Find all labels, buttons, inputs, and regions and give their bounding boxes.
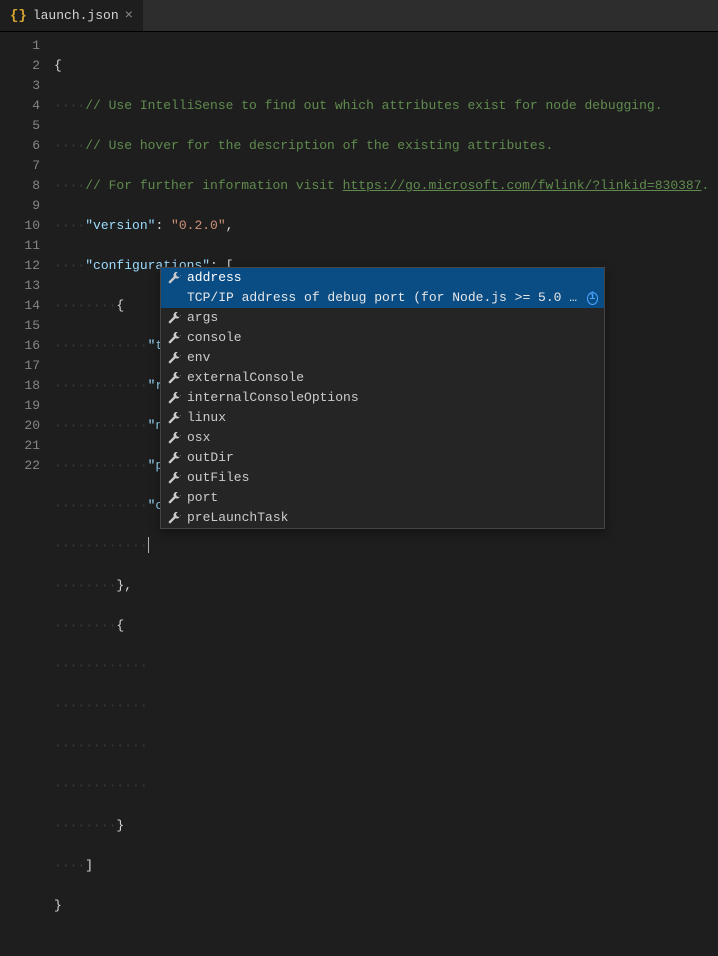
editor-tab-launch-json[interactable]: {} launch.json × <box>0 0 143 31</box>
suggest-item[interactable]: console <box>161 328 604 348</box>
line-number: 11 <box>0 236 40 256</box>
tab-filename: launch.json <box>33 8 119 23</box>
wrench-icon <box>167 371 181 385</box>
suggest-item[interactable]: osx <box>161 428 604 448</box>
suggest-item-label: address <box>187 268 242 288</box>
suggest-item[interactable]: internalConsoleOptions <box>161 388 604 408</box>
json-value: "0.2.0" <box>171 218 226 233</box>
line-number: 9 <box>0 196 40 216</box>
line-number: 8 <box>0 176 40 196</box>
suggest-item-label: args <box>187 308 218 328</box>
json-file-icon: {} <box>10 8 27 24</box>
wrench-icon <box>167 471 181 485</box>
line-number: 6 <box>0 136 40 156</box>
suggest-item-label: console <box>187 328 242 348</box>
suggest-description-text: TCP/IP address of debug port (for Node.j… <box>187 288 583 308</box>
line-number: 21 <box>0 436 40 456</box>
intellisense-popup[interactable]: address TCP/IP address of debug port (fo… <box>160 267 605 529</box>
line-number: 18 <box>0 376 40 396</box>
line-number: 2 <box>0 56 40 76</box>
code-comment: // Use hover for the description of the … <box>85 138 553 153</box>
code-text: { <box>54 58 62 73</box>
line-number: 13 <box>0 276 40 296</box>
wrench-icon <box>167 331 181 345</box>
suggest-item[interactable]: outFiles <box>161 468 604 488</box>
info-icon[interactable]: i <box>587 292 598 305</box>
suggest-item-selected[interactable]: address <box>161 268 604 288</box>
text-cursor <box>148 537 149 553</box>
wrench-icon <box>167 511 181 525</box>
wrench-icon <box>167 271 181 285</box>
wrench-icon <box>167 411 181 425</box>
line-number: 3 <box>0 76 40 96</box>
code-comment: . <box>702 178 710 193</box>
tab-bar: {} launch.json × <box>0 0 718 32</box>
suggest-item-label: preLaunchTask <box>187 508 288 528</box>
code-comment: // For further information visit <box>85 178 342 193</box>
tab-bar-space <box>143 0 718 31</box>
suggest-item-label: osx <box>187 428 210 448</box>
line-number: 4 <box>0 96 40 116</box>
line-number: 15 <box>0 316 40 336</box>
line-number: 1 <box>0 36 40 56</box>
line-number: 19 <box>0 396 40 416</box>
suggest-item[interactable]: port <box>161 488 604 508</box>
code-text: } <box>54 898 62 913</box>
line-number: 10 <box>0 216 40 236</box>
suggest-item-label: outDir <box>187 448 234 468</box>
code-link[interactable]: https://go.microsoft.com/fwlink/?linkid=… <box>343 178 702 193</box>
wrench-icon <box>167 491 181 505</box>
suggest-item-label: env <box>187 348 210 368</box>
line-number: 17 <box>0 356 40 376</box>
suggest-item-description: TCP/IP address of debug port (for Node.j… <box>161 288 604 308</box>
suggest-item[interactable]: linux <box>161 408 604 428</box>
suggest-item-label: externalConsole <box>187 368 304 388</box>
line-number: 14 <box>0 296 40 316</box>
close-icon[interactable]: × <box>125 8 133 24</box>
code-comment: // Use IntelliSense to find out which at… <box>85 98 662 113</box>
line-number: 22 <box>0 456 40 476</box>
suggest-item[interactable]: externalConsole <box>161 368 604 388</box>
suggest-item[interactable]: outDir <box>161 448 604 468</box>
line-number: 12 <box>0 256 40 276</box>
suggest-item-label: internalConsoleOptions <box>187 388 359 408</box>
wrench-icon <box>167 431 181 445</box>
wrench-icon <box>167 351 181 365</box>
wrench-icon <box>167 451 181 465</box>
suggest-item-label: port <box>187 488 218 508</box>
json-key: "version" <box>85 218 155 233</box>
suggest-item[interactable]: args <box>161 308 604 328</box>
suggest-item[interactable]: preLaunchTask <box>161 508 604 528</box>
line-number: 16 <box>0 336 40 356</box>
line-number: 5 <box>0 116 40 136</box>
line-number-gutter: 1 2 3 4 5 6 7 8 9 10 11 12 13 14 15 16 1… <box>0 36 54 542</box>
suggest-item[interactable]: env <box>161 348 604 368</box>
wrench-icon <box>167 391 181 405</box>
suggest-item-label: linux <box>187 408 226 428</box>
wrench-icon <box>167 311 181 325</box>
line-number: 7 <box>0 156 40 176</box>
line-number: 20 <box>0 416 40 436</box>
suggest-item-label: outFiles <box>187 468 249 488</box>
